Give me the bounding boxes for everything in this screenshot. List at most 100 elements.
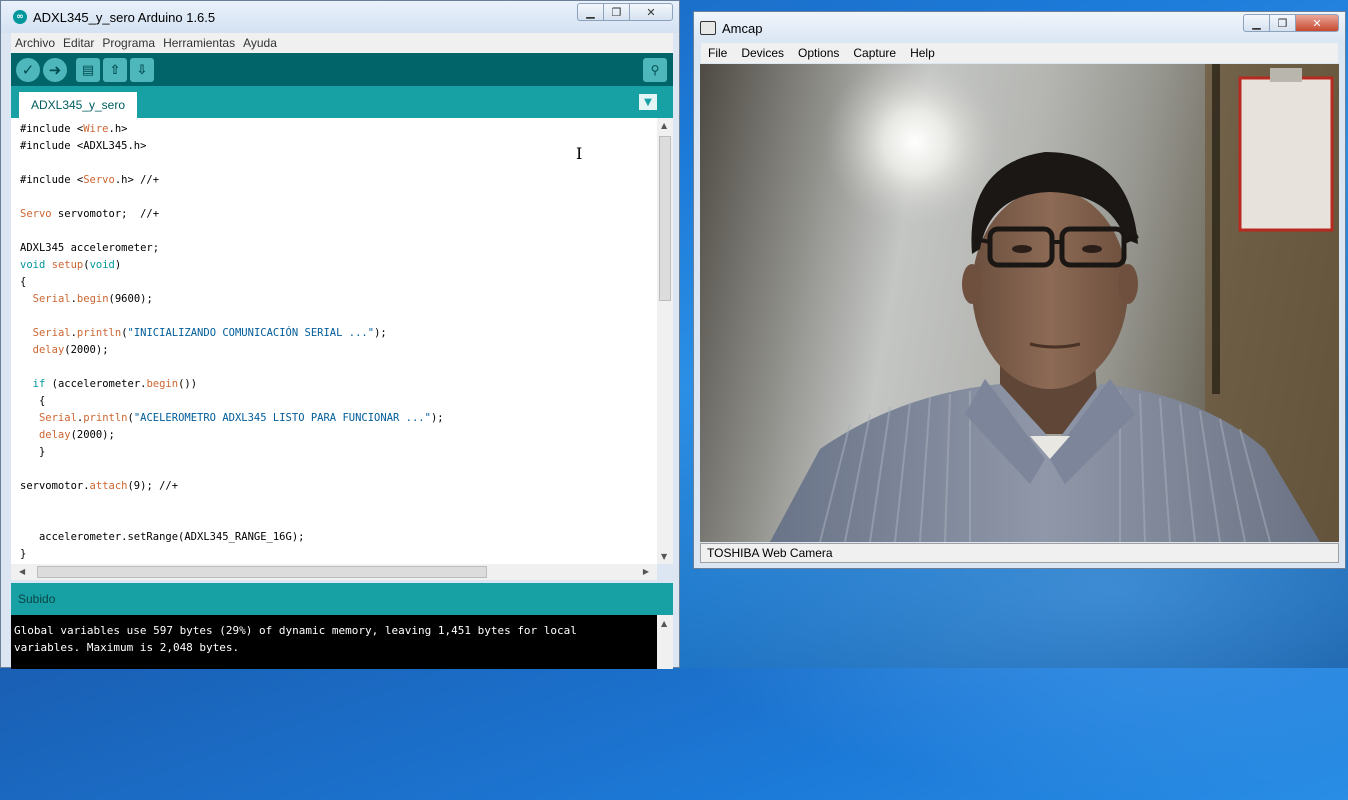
verify-button[interactable]: ✓ — [16, 58, 40, 82]
code-token: ); — [374, 327, 387, 339]
menu-capture[interactable]: Capture — [846, 46, 903, 60]
menu-options[interactable]: Options — [791, 46, 846, 60]
menu-herramientas[interactable]: Herramientas — [159, 36, 239, 50]
code-token: ADXL345 accelerometer; — [20, 242, 160, 254]
menu-help[interactable]: Help — [903, 46, 942, 60]
amcap-titlebar: Amcap ▁ ❐ ✕ — [694, 12, 1345, 44]
minimize-button[interactable]: ▁ — [1243, 14, 1269, 32]
new-file-icon: ▤ — [81, 62, 95, 78]
code-token: { — [20, 276, 27, 288]
code-token: "INICIALIZANDO COMUNICACIÓN SERIAL ..." — [127, 327, 375, 339]
scroll-left-arrow-icon[interactable]: ◀ — [19, 567, 25, 576]
arrow-down-icon: ⇩ — [136, 62, 148, 78]
scroll-up-arrow-icon[interactable]: ▲ — [661, 619, 667, 628]
console-scrollbar[interactable]: ▲ — [657, 615, 673, 669]
code-token: } — [20, 548, 27, 560]
status-bar: Subido — [11, 583, 673, 615]
new-sketch-button[interactable]: ▤ — [76, 58, 100, 82]
chevron-down-icon: ▼ — [644, 96, 652, 108]
arrow-right-icon: ➜ — [48, 61, 62, 79]
menu-editar[interactable]: Editar — [59, 36, 98, 50]
code-line: #include <ADXL345.h> — [11, 138, 657, 155]
code-token: delay — [38, 429, 71, 441]
code-line: if (accelerometer.begin()) — [11, 376, 657, 393]
maximize-button[interactable]: ❐ — [603, 3, 629, 21]
maximize-button[interactable]: ❐ — [1269, 14, 1295, 32]
editor-horizontal-scrollbar[interactable]: ◀ ▶ — [11, 564, 657, 580]
minimize-button[interactable]: ▁ — [577, 3, 603, 21]
scroll-thumb[interactable] — [659, 136, 671, 301]
code-line: accelerometer.setRange(ADXL345_RANGE_16G… — [11, 529, 657, 546]
code-line: delay(2000); — [11, 427, 657, 444]
code-token: println — [76, 327, 122, 339]
code-line: servomotor.attach(9); //+ — [11, 478, 657, 495]
code-token: Serial — [32, 327, 71, 339]
code-token: void — [20, 259, 46, 271]
scroll-thumb[interactable] — [37, 566, 487, 578]
code-line: ADXL345 accelerometer; — [11, 240, 657, 257]
code-editor[interactable]: #include <Wire.h> #include <ADXL345.h> #i… — [11, 118, 657, 567]
checkmark-icon: ✓ — [21, 61, 35, 79]
scroll-up-arrow-icon[interactable]: ▲ — [661, 121, 667, 130]
code-token: Serial — [38, 412, 77, 424]
console-line: variables. Maximum is 2,048 bytes. — [14, 641, 240, 654]
code-line: Serial.begin(9600); — [11, 291, 657, 308]
upload-button[interactable]: ➜ — [43, 58, 67, 82]
code-token: delay — [32, 344, 65, 356]
save-sketch-button[interactable]: ⇩ — [130, 58, 154, 82]
window-title: Amcap — [722, 20, 763, 36]
menu-archivo[interactable]: Archivo — [11, 36, 59, 50]
code-token: if — [32, 378, 46, 390]
code-token: (accelerometer. — [45, 378, 147, 390]
code-token: #include < — [20, 174, 84, 186]
code-token: .h> //+ — [114, 174, 160, 186]
menu-ayuda[interactable]: Ayuda — [239, 36, 281, 50]
menu-programa[interactable]: Programa — [98, 36, 159, 50]
code-token: #include <ADXL345.h> — [20, 140, 147, 152]
tab-menu-button[interactable]: ▼ — [639, 94, 657, 110]
scroll-right-arrow-icon[interactable]: ▶ — [643, 567, 649, 576]
tab-row: ADXL345_y_sero ▼ — [11, 86, 673, 118]
code-line: delay(2000); — [11, 342, 657, 359]
code-token: ()) — [178, 378, 198, 390]
menu-bar: Archivo Editar Programa Herramientas Ayu… — [11, 33, 673, 53]
code-token: Wire — [83, 123, 109, 135]
code-token: accelerometer.setRange(ADXL345_RANGE_16G… — [20, 531, 305, 543]
scroll-down-arrow-icon[interactable]: ▼ — [661, 552, 667, 561]
code-token: (9600); — [108, 293, 153, 305]
menu-bar: File Devices Options Capture Help — [701, 43, 1338, 63]
code-token: servomotor; //+ — [51, 208, 160, 220]
arrow-up-icon: ⇧ — [109, 62, 121, 78]
code-token: setup — [51, 259, 84, 271]
console-line: Global variables use 597 bytes (29%) of … — [14, 624, 577, 637]
close-button[interactable]: ✕ — [1295, 14, 1339, 32]
arduino-titlebar: ∞ ADXL345_y_sero Arduino 1.6.5 ▁ ❐ ✕ — [1, 1, 679, 33]
tab-sketch[interactable]: ADXL345_y_sero — [19, 92, 137, 118]
close-button[interactable]: ✕ — [629, 3, 673, 21]
code-line: { — [11, 393, 657, 410]
menu-devices[interactable]: Devices — [734, 46, 791, 60]
code-token: ) — [114, 259, 122, 271]
code-line: Serial.println("INICIALIZANDO COMUNICACI… — [11, 325, 657, 342]
editor-vertical-scrollbar[interactable]: ▲ ▼ — [657, 118, 673, 564]
code-token: Servo — [20, 208, 52, 220]
code-line: Serial.println("ACELEROMETRO ADXL345 LIS… — [11, 410, 657, 427]
open-sketch-button[interactable]: ⇧ — [103, 58, 127, 82]
camera-icon — [700, 21, 716, 35]
menu-file[interactable]: File — [701, 46, 734, 60]
code-token: ); — [430, 412, 444, 424]
serial-monitor-button[interactable]: ⚲ — [643, 58, 667, 82]
code-token: { — [20, 395, 46, 407]
code-token: void — [89, 259, 115, 271]
